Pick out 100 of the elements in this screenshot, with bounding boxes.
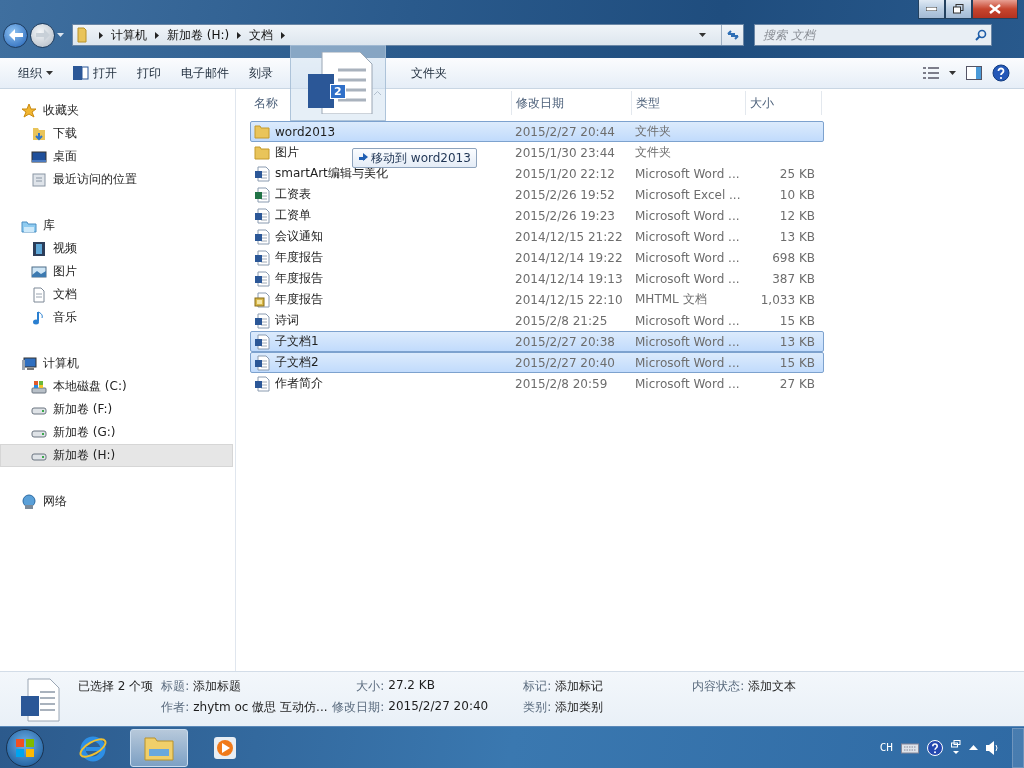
size-cell-text: 15 KB [778, 355, 816, 370]
date-cell-text: 2015/1/20 22:12 [514, 166, 616, 181]
document-icon [31, 286, 47, 303]
date-cell-text: 2015/2/26 19:52 [514, 187, 616, 202]
volume-button[interactable] [986, 740, 998, 755]
file-name[interactable]: 会议通知 [275, 228, 323, 245]
column-header[interactable]: 类型 [632, 91, 746, 115]
language-indicator[interactable]: CH [879, 741, 893, 754]
show-hidden-icons-button[interactable] [969, 745, 978, 750]
file-name[interactable]: 年度报告 [275, 291, 323, 308]
sidebar-item[interactable]: 新加卷 (F:) [0, 398, 233, 421]
close-button[interactable] [972, 0, 1018, 19]
restore-icon [953, 4, 964, 14]
chevron-right-icon [281, 31, 286, 39]
address-bar[interactable]: 计算机 新加卷 (H:) 文档 [72, 24, 744, 46]
breadcrumb[interactable]: 计算机 [111, 26, 147, 44]
window-icon-button[interactable] [951, 739, 961, 756]
recent-places-icon [31, 171, 47, 188]
search-input[interactable]: 搜索 文档 [763, 28, 975, 42]
word-document-icon [254, 249, 270, 266]
history-dropdown[interactable] [57, 33, 64, 37]
type-cell-text: Microsoft Word ... [634, 334, 741, 349]
sidebar-item[interactable]: 收藏夹 [0, 99, 233, 122]
detail-field: 标题: 添加标题 [161, 678, 331, 695]
taskbar-app[interactable] [130, 728, 188, 767]
help-icon [992, 64, 1010, 82]
file-name[interactable]: smartArt编辑与美化 [275, 165, 388, 182]
search-field[interactable]: 搜索 文档 [754, 24, 992, 46]
open-button[interactable]: 打开 [63, 60, 127, 86]
date-cell-text: 2014/12/14 19:22 [514, 250, 624, 265]
toolbar-button[interactable]: 刻录 [239, 60, 283, 86]
type-cell-text: Microsoft Excel ... [634, 187, 742, 202]
organize-menu[interactable]: 组织 [8, 60, 63, 86]
view-dropdown[interactable] [949, 71, 956, 75]
selected-file-row[interactable]: 子文档1 2015/2/27 20:38 Microsoft Word ... 13 KB [250, 331, 824, 352]
file-name[interactable]: 诗词 [275, 312, 299, 329]
size-cell-text: 387 KB [771, 271, 816, 286]
caret-icon [46, 71, 53, 75]
spreadsheet-icon [254, 186, 270, 203]
toolbar-button[interactable]: 文件夹 [401, 60, 457, 86]
sidebar-item[interactable]: 新加卷 (H:) [0, 444, 233, 467]
sidebar-item[interactable]: 音乐 [0, 306, 233, 329]
size-cell-text: 12 KB [778, 208, 816, 223]
type-cell-text: Microsoft Word ... [634, 208, 741, 223]
file-name[interactable]: 年度报告 [275, 249, 323, 266]
file-name[interactable]: 图片 [275, 144, 299, 161]
detail-field: 标记: 添加标记 [523, 678, 693, 695]
type-cell-text: Microsoft Word ... [634, 313, 741, 328]
breadcrumb[interactable]: 文档 [249, 26, 274, 44]
sidebar-item[interactable]: 桌面 [0, 145, 233, 168]
sort-chevron-icon [374, 91, 381, 95]
toolbar-button[interactable]: 电子邮件 [171, 60, 239, 86]
sidebar-item[interactable]: 文档 [0, 283, 233, 306]
sidebar-item[interactable]: 新加卷 (G:) [0, 421, 233, 444]
selected-file-row[interactable]: 子文档2 2015/2/27 20:40 Microsoft Word ... 15 KB [250, 352, 824, 373]
sidebar-item[interactable]: 计算机 [0, 352, 233, 375]
file-name[interactable]: 工资单 [275, 207, 311, 224]
sidebar-item[interactable]: 网络 [0, 490, 233, 513]
picture-icon [31, 263, 47, 280]
word-document-icon [254, 375, 270, 392]
word-document-icon [254, 207, 270, 224]
selected-file-row[interactable]: word2013 2015/2/27 20:44 文件夹 [250, 121, 824, 142]
file-name[interactable]: 作者简介 [275, 375, 323, 392]
keyboard-button[interactable] [901, 741, 919, 754]
file-name[interactable]: 工资表 [275, 186, 311, 203]
sidebar-item[interactable]: 视频 [0, 237, 233, 260]
help-button[interactable] [992, 64, 1010, 82]
chevron-right-icon [99, 31, 103, 39]
folder-icon [254, 124, 270, 139]
web-document-icon [254, 291, 270, 308]
size-cell-text: 13 KB [778, 334, 816, 349]
sidebar-item[interactable]: 下载 [0, 122, 233, 145]
date-cell-text: 2015/2/27 20:40 [514, 355, 616, 370]
column-header[interactable]: 大小 [746, 91, 822, 115]
computer-icon [21, 355, 37, 372]
close-icon [989, 4, 1001, 14]
minimize-button[interactable] [918, 0, 945, 19]
detail-field: 作者: zhytm oc 傲思 互动仿... [161, 699, 331, 716]
start-button[interactable] [6, 728, 44, 767]
download-folder-icon [31, 125, 47, 142]
view-options-button[interactable] [923, 67, 939, 79]
word-document-icon [20, 678, 60, 722]
back-button[interactable] [3, 22, 28, 48]
column-header[interactable]: 修改日期 [512, 91, 632, 115]
sidebar-item[interactable]: 图片 [0, 260, 233, 283]
sidebar-item[interactable]: 库 [0, 214, 233, 237]
word-document-icon [73, 65, 89, 81]
file-name[interactable]: 年度报告 [275, 270, 323, 287]
breadcrumb[interactable]: 新加卷 (H:) [167, 26, 230, 44]
detail-field: 类别: 添加类别 [523, 699, 693, 716]
forward-button[interactable] [30, 22, 55, 48]
size-cell-text: 698 KB [771, 250, 816, 265]
size-cell-text: 1,033 KB [759, 292, 816, 307]
sidebar-item[interactable]: 最近访问的位置 [0, 168, 233, 191]
maximize-button[interactable] [945, 0, 972, 19]
sidebar-item[interactable]: 本地磁盘 (C:) [0, 375, 233, 398]
toolbar-button[interactable]: 打印 [127, 60, 171, 86]
detail-field: 大小: 27.2 KB [330, 678, 524, 695]
preview-pane-button[interactable] [966, 66, 982, 80]
date-cell-text: 2015/1/30 23:44 [514, 145, 616, 160]
